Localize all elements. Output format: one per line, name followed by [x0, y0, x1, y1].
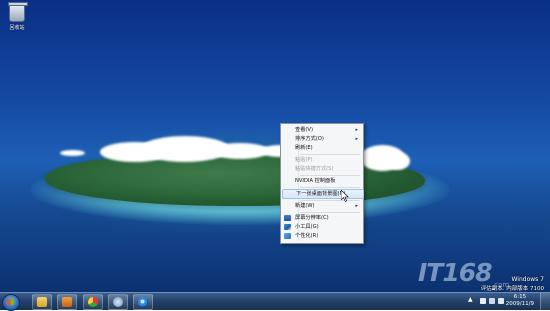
menu-item-label: 查看(V): [295, 127, 313, 133]
tray-network-icon[interactable]: [489, 298, 495, 304]
taskbar-network-button[interactable]: [108, 294, 128, 310]
taskbar-chrome-button[interactable]: [83, 294, 103, 310]
taskbar-ie-button[interactable]: [133, 294, 153, 310]
show-desktop-button[interactable]: [540, 293, 550, 310]
network-icon: [113, 297, 123, 307]
system-tray: ▲ 6:15 2009/11/9: [466, 293, 550, 310]
menu-item-label: 刷新(E): [295, 145, 313, 151]
taskbar: ▲ 6:15 2009/11/9: [0, 292, 550, 311]
menu-item-label: NVIDIA 控制面板: [295, 178, 336, 184]
taskbar-clock[interactable]: 6:15 2009/11/9: [506, 294, 534, 308]
desktop-icon-recycle-bin[interactable]: 回收站: [4, 2, 30, 31]
menu-item-label: 粘贴(P): [295, 157, 313, 163]
submenu-arrow-icon: ▸: [355, 203, 358, 209]
menu-item-screen-resolution[interactable]: 屏幕分辨率(C): [282, 214, 362, 223]
windows-build: 评估副本. 内部版本 7100: [480, 286, 544, 292]
folder-icon: [37, 297, 47, 307]
wallpaper-cloud: [60, 150, 85, 156]
menu-separator: [300, 187, 360, 188]
submenu-arrow-icon: ▸: [355, 136, 358, 142]
menu-item-next-background[interactable]: 下一张桌面背景图(N): [282, 189, 364, 199]
menu-separator: [300, 200, 360, 201]
ie-icon: [138, 297, 148, 307]
taskbar-media-player-button[interactable]: [57, 294, 77, 310]
mouse-cursor-icon: [341, 190, 349, 202]
menu-item-paste-shortcut[interactable]: 粘贴快捷方式(S): [282, 165, 362, 174]
chrome-icon: [88, 297, 98, 307]
personalize-icon: [284, 233, 291, 239]
watermark-logo: IT168: [418, 258, 493, 287]
menu-item-label: 个性化(R): [295, 233, 319, 239]
tray-volume-icon[interactable]: [498, 298, 504, 304]
menu-item-label: 屏幕分辨率(C): [295, 215, 329, 221]
menu-separator: [300, 212, 360, 213]
start-button[interactable]: [2, 294, 20, 311]
screen-resolution-icon: [284, 215, 291, 221]
submenu-arrow-icon: ▸: [355, 127, 358, 133]
wallpaper-cloud: [385, 152, 410, 170]
taskbar-folder-button[interactable]: [32, 294, 52, 310]
desktop[interactable]: 回收站 查看(V) ▸ 排序方式(O) ▸ 刷新(E) 粘贴(P) 粘贴快捷方式…: [0, 0, 550, 292]
tray-flag-icon[interactable]: [480, 298, 486, 304]
media-player-icon: [62, 297, 72, 307]
clock-time: 6:15: [513, 294, 527, 300]
menu-item-label: 新建(W): [295, 203, 315, 209]
menu-item-label: 排序方式(O): [295, 136, 324, 142]
clock-date: 2009/11/9: [505, 301, 534, 307]
menu-item-new[interactable]: 新建(W) ▸: [282, 202, 362, 211]
menu-item-label: 下一张桌面背景图(N): [296, 191, 346, 197]
desktop-context-menu: 查看(V) ▸ 排序方式(O) ▸ 刷新(E) 粘贴(P) 粘贴快捷方式(S) …: [280, 123, 364, 244]
menu-separator: [300, 154, 360, 155]
desktop-icon-label: 回收站: [9, 25, 25, 31]
menu-item-view[interactable]: 查看(V) ▸: [282, 126, 362, 135]
recycle-bin-icon: [8, 2, 28, 22]
windows-edition: Windows 7: [511, 276, 544, 283]
gadgets-icon: [284, 224, 291, 230]
menu-item-gadgets[interactable]: 小工具(G): [282, 223, 362, 232]
tray-arrow-icon[interactable]: ▲: [468, 296, 474, 303]
menu-item-sort-by[interactable]: 排序方式(O) ▸: [282, 135, 362, 144]
menu-item-refresh[interactable]: 刷新(E): [282, 144, 362, 153]
menu-item-paste[interactable]: 粘贴(P): [282, 156, 362, 165]
menu-separator: [300, 175, 360, 176]
menu-item-label: 小工具(G): [295, 224, 319, 230]
menu-item-personalize[interactable]: 个性化(R): [282, 232, 362, 241]
menu-item-label: 粘贴快捷方式(S): [295, 166, 334, 172]
menu-item-nvidia-control-panel[interactable]: NVIDIA 控制面板: [282, 177, 362, 186]
